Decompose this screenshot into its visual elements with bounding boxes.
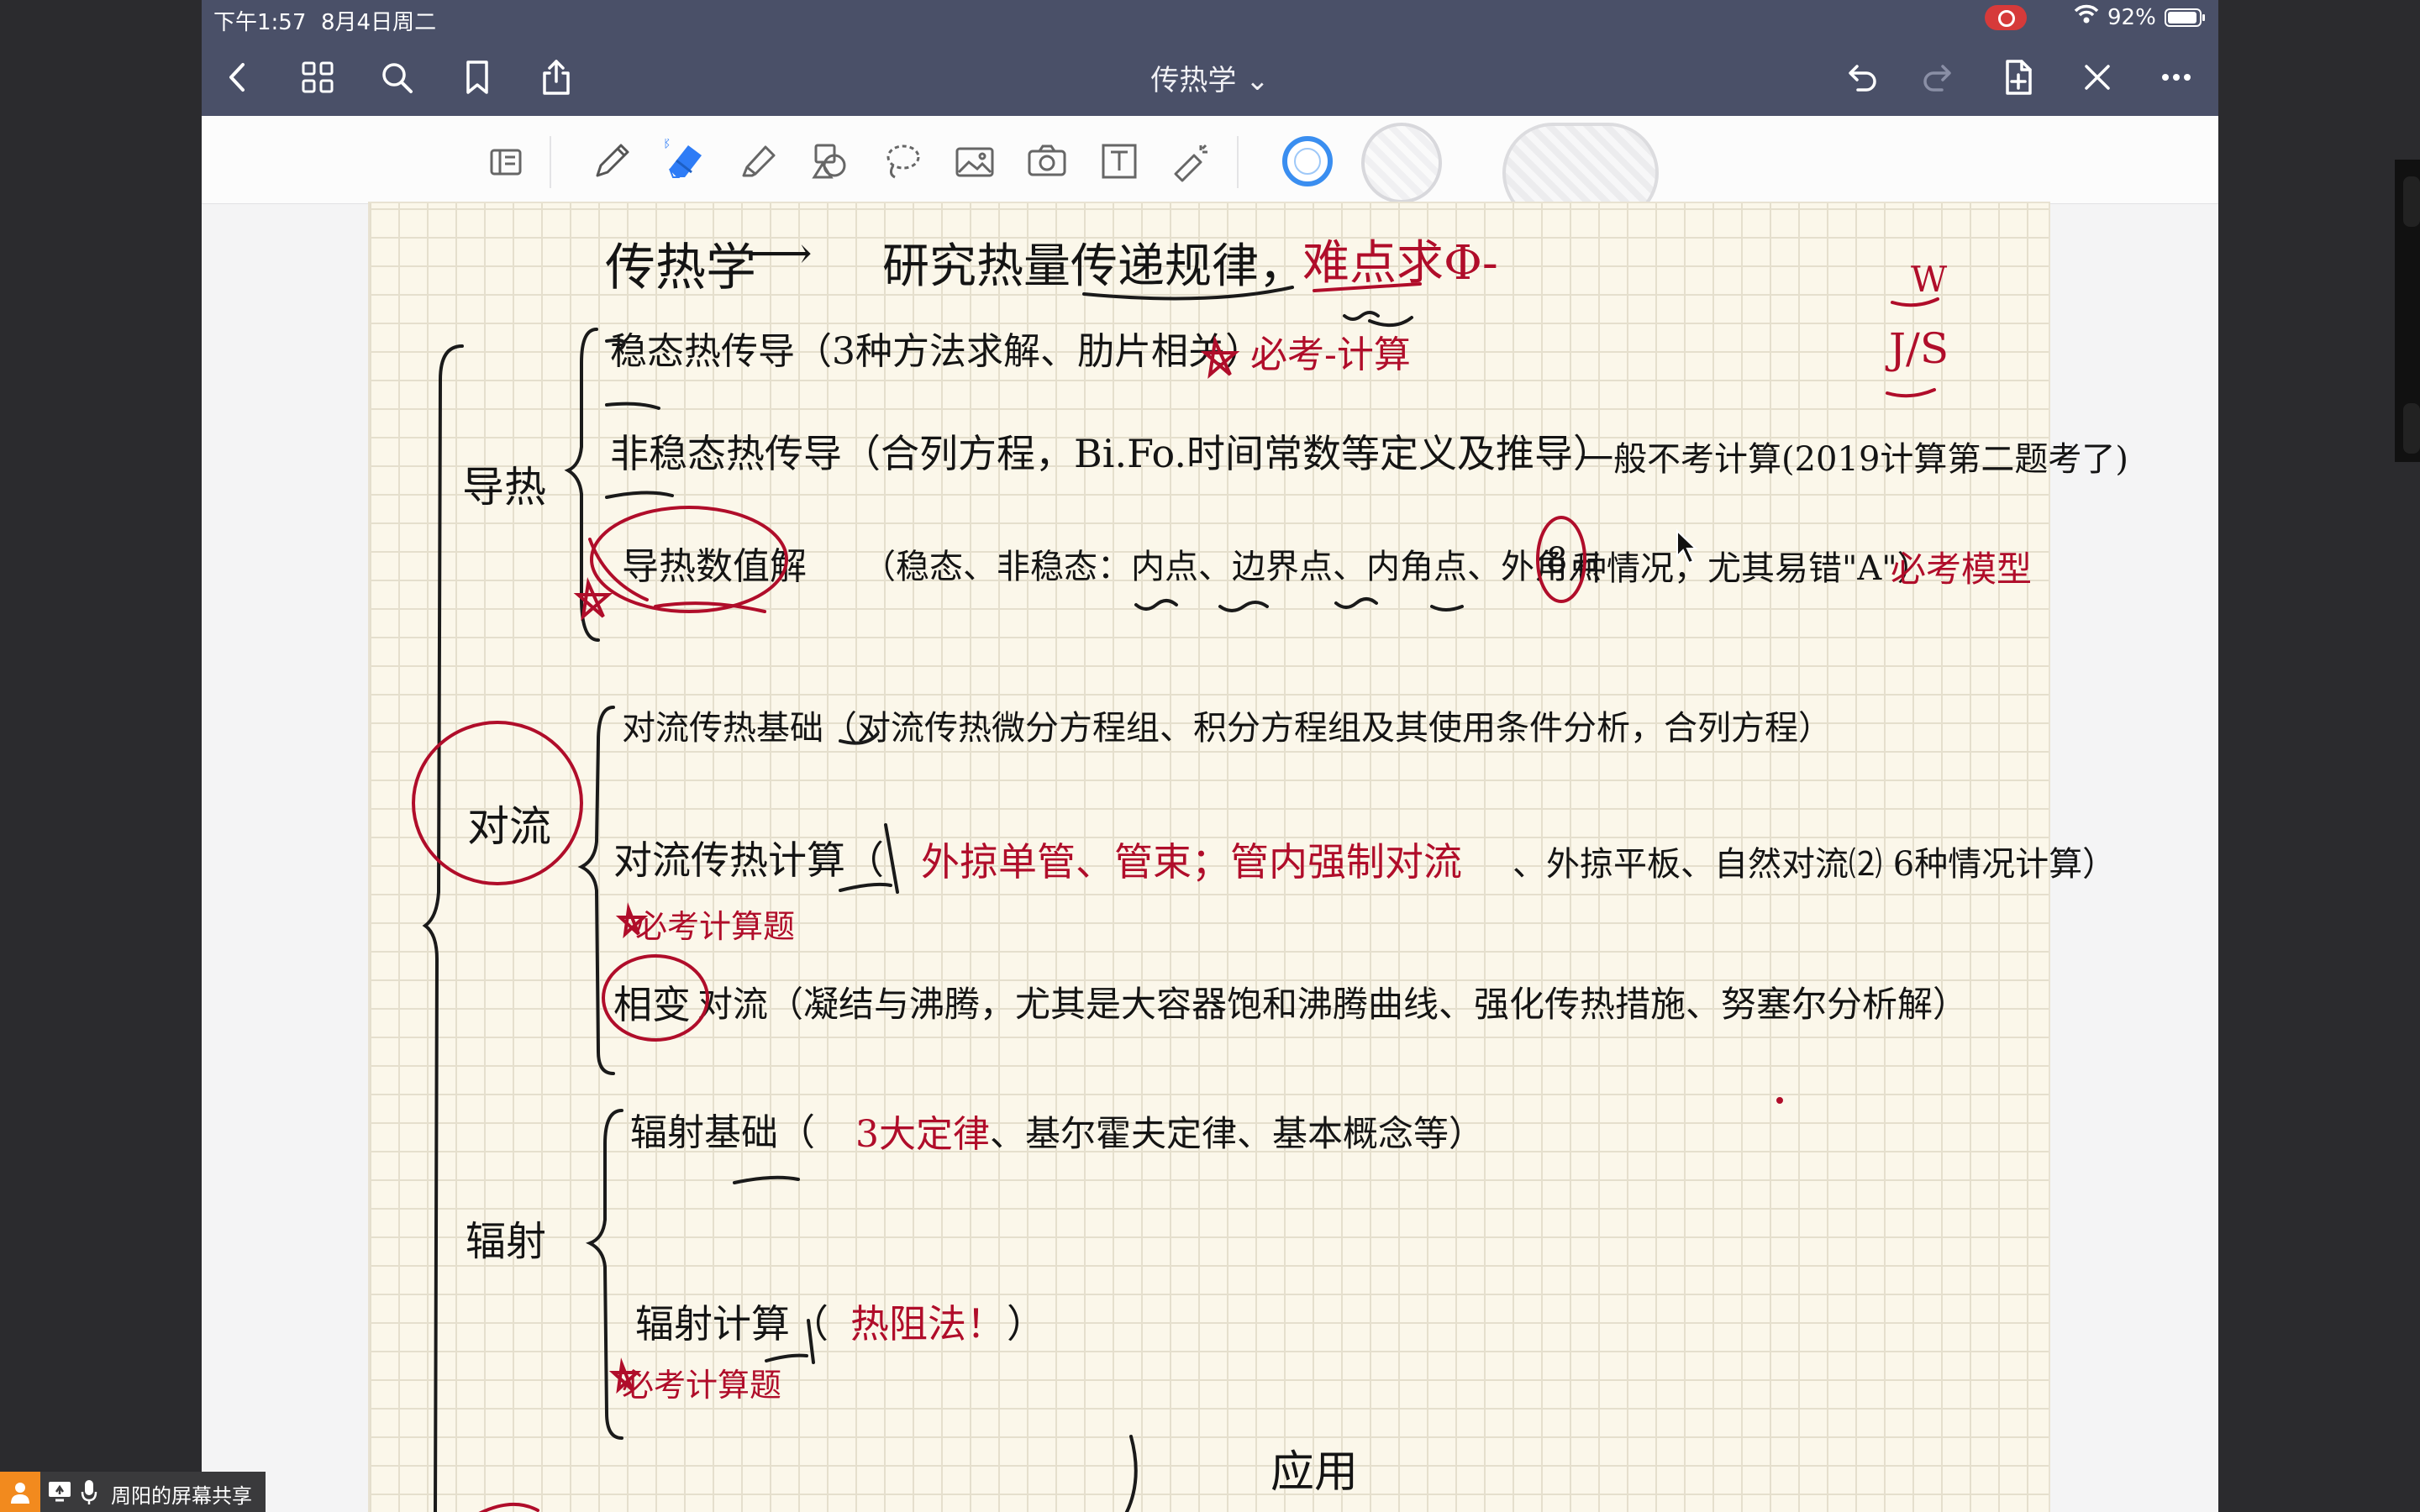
redo-icon[interactable] xyxy=(1916,54,1963,101)
side-panel-edge xyxy=(2395,160,2420,462)
application-text-fragment: 应用 xyxy=(1270,1447,1359,1498)
conduction-label: 导热 xyxy=(462,463,546,512)
undo-icon[interactable] xyxy=(1837,54,1884,101)
convection-calc-red: 外掠单管、管束；管内强制对流 xyxy=(921,839,1462,885)
side-button[interactable] xyxy=(2403,176,2420,227)
note-page[interactable]: 传热学 ⟶ 研究热量传递规律， 难点求Φ- W J/S 导热 稳态热传导（3种方… xyxy=(370,203,2128,1512)
user-icon xyxy=(0,1472,40,1512)
title-difficulty-text: 难点求Φ- xyxy=(1302,236,1498,291)
add-page-icon[interactable] xyxy=(1995,54,2042,101)
close-fullscreen-icon[interactable] xyxy=(2074,54,2121,101)
shapes-icon[interactable] xyxy=(803,134,857,188)
unit-w: W xyxy=(1911,259,1948,300)
radiation-calc-red: 热阻法！ xyxy=(850,1301,1005,1347)
battery-icon xyxy=(2165,8,2205,27)
thumbnails-grid-icon[interactable] xyxy=(294,54,341,101)
toolbar-separator xyxy=(1237,136,1239,188)
steady-conduction-note: 必考-计算 xyxy=(1250,333,1411,376)
bookmark-icon[interactable] xyxy=(454,54,501,101)
pen-icon[interactable] xyxy=(585,134,639,188)
highlighter-icon[interactable] xyxy=(731,134,785,188)
numerical-solution-text: 导热数值解 xyxy=(622,545,807,588)
numerical-solution-count: 8 xyxy=(1546,541,1568,580)
text-box-icon[interactable] xyxy=(1092,134,1146,188)
radiation-basics-text-b: 、基尔霍夫定律、基本概念等） xyxy=(990,1113,1485,1154)
convection-calc-text-b: 、外掠平板、自然对流⑵ 6种情况计算） xyxy=(1512,845,2117,884)
title-arrow: ⟶ xyxy=(750,228,813,279)
more-icon[interactable] xyxy=(2153,54,2200,101)
screen-share-icon xyxy=(49,1482,71,1502)
numerical-solution-detail: （稳态、非稳态：内点、边界点、内角点、外角点 xyxy=(862,548,1602,586)
convection-calc-note: 必考计算题 xyxy=(635,908,796,945)
screen-share-banner[interactable]: 周阳的屏幕共享 xyxy=(0,1472,266,1512)
image-icon[interactable] xyxy=(948,134,1002,188)
ipad-screen: 下午1:57 8月4日周二 92% 传热学 ⌄ ᛒ 传热学 ⟶ 研究热量传递规律… xyxy=(202,0,2218,1512)
search-icon[interactable] xyxy=(373,54,420,101)
color-swatch-2[interactable] xyxy=(1361,123,1442,203)
numerical-solution-note: 必考模型 xyxy=(1891,549,2033,590)
radiation-basics-text-a: 辐射基础（ xyxy=(630,1111,815,1154)
status-time: 下午1:57 xyxy=(213,10,307,35)
unsteady-conduction-text: 非稳态热传导（合列方程，Bi.Fo.时间常数等定义及推导） xyxy=(610,431,1612,476)
svg-text:ᛒ: ᛒ xyxy=(663,139,671,150)
back-icon[interactable] xyxy=(215,54,262,101)
battery-percent: 92% xyxy=(2107,5,2156,30)
wifi-icon xyxy=(2074,3,2099,31)
phase-change-text: 相变 xyxy=(613,982,691,1027)
radiation-calc-text-a: 辐射计算（ xyxy=(635,1301,829,1347)
lasso-icon[interactable] xyxy=(876,134,929,188)
side-mic-button[interactable] xyxy=(2403,403,2420,454)
nav-bar: 传热学 ⌄ xyxy=(202,37,2218,116)
page-layout-icon[interactable] xyxy=(479,134,533,188)
convection-label: 对流 xyxy=(467,802,551,851)
microphone-icon xyxy=(81,1480,97,1504)
radiation-basics-red: 3大定律 xyxy=(855,1113,990,1156)
screen-share-label: 周阳的屏幕共享 xyxy=(111,1484,252,1508)
laser-pointer-icon[interactable] xyxy=(1165,134,1218,188)
drawing-toolbar: ᛒ xyxy=(202,116,2218,223)
steady-conduction-text: 稳态热传导（3种方法求解、肋片相关） xyxy=(610,330,1262,373)
document-title-menu[interactable]: 传热学 ⌄ xyxy=(1042,57,1378,98)
phase-change-detail: 对流（凝结与沸腾，尤其是大容器饱和沸腾曲线、强化传热措施、努塞尔分析解） xyxy=(697,984,1969,1025)
camera-icon[interactable] xyxy=(1020,134,1074,188)
toolbar-separator xyxy=(550,136,551,188)
color-swatch-selected[interactable] xyxy=(1282,136,1333,186)
title-text: 传热学 xyxy=(605,239,756,297)
share-icon[interactable] xyxy=(533,54,580,101)
unsteady-conduction-note: 一般不考计算(2019计算第二题考了) xyxy=(1580,440,2129,479)
title-research-text: 研究热量传递规律， xyxy=(882,239,1306,294)
eraser-icon[interactable]: ᛒ xyxy=(659,134,713,188)
numerical-solution-tail: 种情况，尤其易错"A"） xyxy=(1573,549,1931,588)
unit-js: J/S xyxy=(1889,324,1949,373)
screen-recording-icon xyxy=(1985,5,2027,30)
radiation-label: 辐射 xyxy=(466,1218,547,1265)
radiation-calc-note: 必考计算题 xyxy=(622,1367,782,1404)
convection-basics-text: 对流传热基础（对流传热微分方程组、积分方程组及其使用条件分析，合列方程） xyxy=(622,709,1832,748)
radiation-calc-text-b: ） xyxy=(1007,1301,1045,1347)
status-bar: 下午1:57 8月4日周二 92% xyxy=(202,0,2218,37)
status-date: 8月4日周二 xyxy=(321,10,437,35)
convection-calc-text-a: 对流传热计算（ xyxy=(613,837,884,883)
